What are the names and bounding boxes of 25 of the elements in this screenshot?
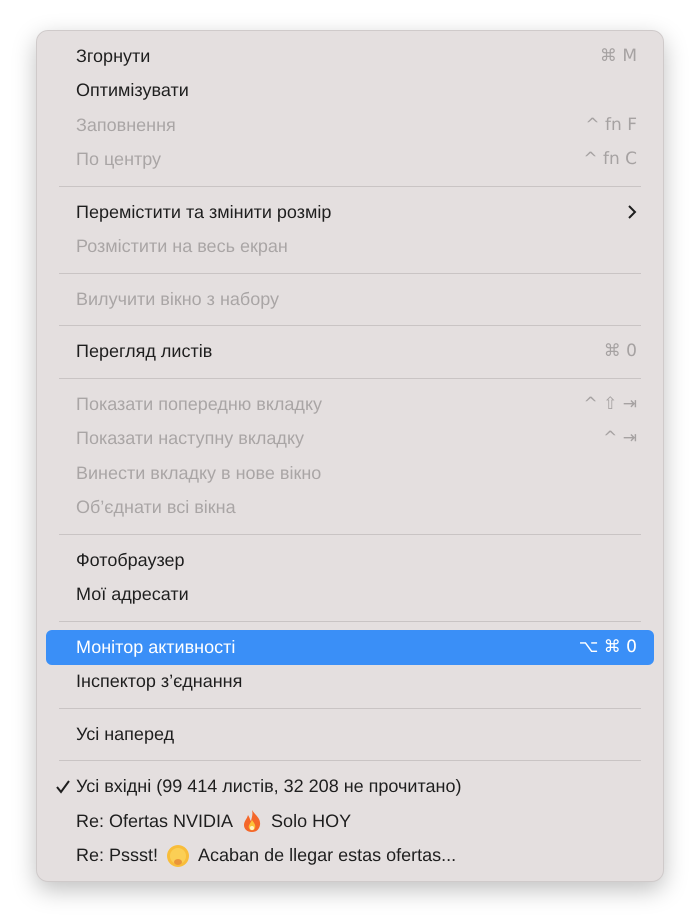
menu-item[interactable]: Re: Ofertas NVIDIA Solo HOY (46, 804, 654, 838)
shortcut-text: ^ ⇧ ⇥ (583, 392, 637, 416)
menu-item[interactable]: Мої адресати (46, 578, 654, 612)
item-text: Re: Pssst! (76, 844, 158, 868)
shortcut-text: ^ ⇥ (603, 427, 637, 450)
checkmark-icon (56, 780, 70, 794)
shortcut-text: ^ fn F (585, 114, 637, 136)
shortcut-text: ⌘ 0 (604, 340, 637, 363)
chevron-icon (627, 205, 637, 220)
menu-item[interactable]: Перемістити та змінити розмір (46, 195, 654, 230)
menu-item[interactable]: Інспектор з’єднання (46, 664, 654, 699)
menu-item[interactable]: Згорнути ⌘ M (46, 39, 654, 74)
item-text: Solo HOY (271, 810, 352, 833)
item-text: Re: Ofertas NVIDIA (76, 810, 234, 833)
face-icon (166, 844, 190, 868)
shortcut-text: ⌥ ⌘ 0 (578, 636, 637, 658)
shortcut-text: ⌘ M (600, 44, 637, 68)
menu-item[interactable]: Усі вхідні (99 414 листів, 32 208 не прочитано) (46, 770, 654, 804)
menu-item[interactable]: Оптимізувати (46, 74, 654, 108)
item-text: Acaban de llegar estas ofertas... (198, 844, 456, 868)
menu-item[interactable]: Фотобраузер (46, 543, 654, 578)
menu-item[interactable]: Перегляд листів ⌘ 0 (46, 334, 654, 369)
shortcut-text: ^ fn C (583, 148, 637, 171)
menu-item[interactable]: Re: Pssst! Acaban de llegar estas ofertas... (46, 838, 654, 873)
menu-item[interactable]: Усі наперед (46, 717, 654, 752)
